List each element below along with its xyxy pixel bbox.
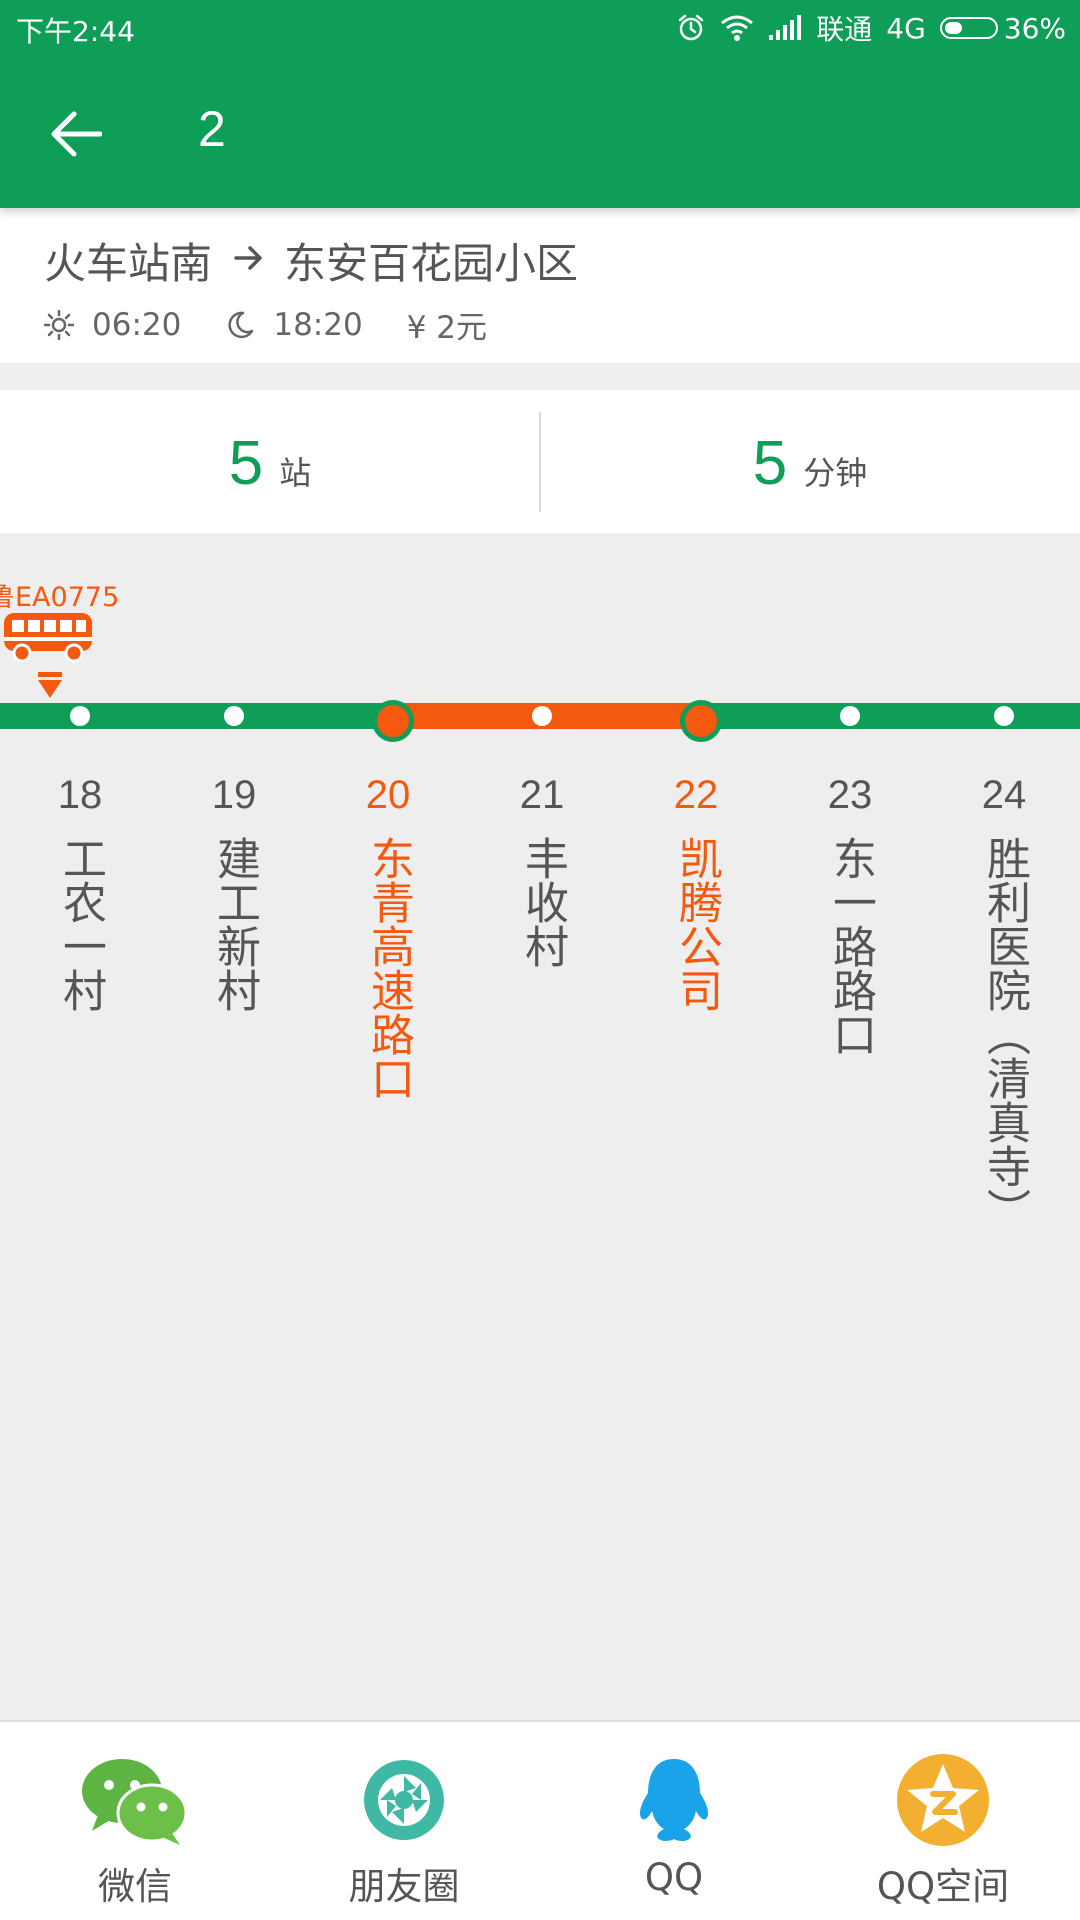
status-icons: 联通 4G 36% bbox=[676, 8, 1066, 48]
minutes-count: 5 分钟 bbox=[540, 390, 1080, 533]
wechat-icon bbox=[82, 1759, 188, 1845]
arrow-left-icon bbox=[51, 111, 102, 157]
stop-number: 20 bbox=[365, 773, 411, 817]
stop-number: 21 bbox=[519, 773, 565, 817]
sun-icon bbox=[44, 309, 74, 340]
stop-marker[interactable] bbox=[840, 706, 860, 726]
stop-item[interactable]: 22 凯腾公司 bbox=[636, 773, 756, 1016]
share-qzone-label: QQ空间 bbox=[876, 1865, 1010, 1908]
arrow-right-icon bbox=[234, 245, 266, 276]
battery-fill bbox=[944, 22, 962, 34]
stop-item[interactable]: 24 胜利医院（清真寺） bbox=[944, 773, 1064, 1236]
stop-marker[interactable] bbox=[70, 706, 90, 726]
route-info: 火车站南 东安百花园小区 06:20 18:20 ¥ 2元 bbox=[0, 208, 1080, 363]
last-bus-time: 18:20 bbox=[225, 306, 363, 343]
minutes-number: 5 bbox=[752, 429, 788, 498]
stop-marker[interactable] bbox=[224, 706, 244, 726]
stop-item[interactable]: 19 建工新村 bbox=[174, 773, 294, 1016]
page-title: 2 bbox=[198, 101, 226, 157]
signal-icon bbox=[769, 15, 802, 40]
status-bar: 下午2:44 联通 4G 36% bbox=[0, 0, 1080, 56]
stop-name: 东青高速路口 bbox=[363, 836, 414, 1100]
app-bar: 2 bbox=[0, 56, 1080, 208]
route-destination: 东安百花园小区 bbox=[284, 239, 579, 288]
first-bus-time: 06:20 bbox=[44, 307, 181, 343]
share-qq-label: QQ bbox=[644, 1856, 704, 1899]
battery-percent: 36% bbox=[1003, 11, 1066, 45]
carrier-label: 联通 bbox=[816, 13, 873, 46]
stop-name: 丰收村 bbox=[517, 836, 568, 968]
stations-count: 5 站 bbox=[0, 390, 540, 533]
fare-label: ¥ 2元 bbox=[406, 310, 487, 346]
share-moments-label: 朋友圈 bbox=[348, 1865, 460, 1908]
share-wechat-button[interactable]: 微信 bbox=[35, 1752, 235, 1910]
stats-divider bbox=[539, 412, 541, 512]
route-origin: 火车站南 bbox=[44, 239, 213, 288]
battery-icon bbox=[939, 17, 998, 39]
share-bar: 微信 朋友圈 QQ QQ空间 bbox=[0, 1720, 1080, 1920]
stop-item[interactable]: 18 工农一村 bbox=[20, 773, 140, 1016]
trip-stats: 5 站 5 分钟 bbox=[0, 390, 1080, 533]
qzone-icon bbox=[897, 1754, 989, 1846]
share-moments-button[interactable]: 朋友圈 bbox=[304, 1752, 504, 1910]
stop-marker[interactable] bbox=[372, 700, 414, 742]
stop-item[interactable]: 21 丰收村 bbox=[482, 773, 602, 972]
qq-icon bbox=[640, 1759, 708, 1841]
route-line: 火车站南 东安百花园小区 bbox=[44, 230, 578, 291]
stations-unit: 站 bbox=[279, 454, 312, 492]
stop-marker[interactable] bbox=[994, 706, 1014, 726]
network-label: 4G bbox=[886, 11, 926, 45]
moon-icon bbox=[228, 311, 254, 338]
bus-position-marker bbox=[38, 672, 62, 698]
stop-name: 胜利医院（清真寺） bbox=[979, 836, 1030, 1232]
bus-icon[interactable] bbox=[2, 611, 94, 663]
wifi-icon bbox=[721, 15, 754, 41]
stop-number: 24 bbox=[981, 773, 1027, 817]
stop-name: 建工新村 bbox=[209, 836, 260, 1012]
share-qq-button[interactable]: QQ bbox=[574, 1752, 774, 1899]
stop-name: 东一路路口 bbox=[825, 836, 876, 1056]
bus-plate: 鲁EA0775 bbox=[0, 582, 120, 613]
stop-number: 22 bbox=[673, 773, 719, 817]
stop-name: 凯腾公司 bbox=[671, 836, 722, 1012]
fare: ¥ 2元 bbox=[407, 302, 487, 347]
stop-marker[interactable] bbox=[680, 700, 722, 742]
route-map[interactable]: 鲁EA0775 18 工农一村 19 建工新村 20 东青高速路口 21 丰收村 22 凯腾公司 2… bbox=[0, 533, 1080, 1720]
alarm-icon bbox=[678, 14, 704, 41]
share-qzone-button[interactable]: QQ空间 bbox=[843, 1752, 1043, 1910]
stop-item[interactable]: 20 东青高速路口 bbox=[328, 773, 448, 1104]
share-wechat-label: 微信 bbox=[98, 1865, 172, 1908]
stop-number: 19 bbox=[211, 773, 257, 817]
back-button[interactable] bbox=[40, 98, 112, 170]
stop-name: 工农一村 bbox=[55, 836, 106, 1012]
first-bus-label: 06:20 bbox=[92, 306, 182, 343]
minutes-unit: 分钟 bbox=[803, 454, 868, 492]
stop-marker[interactable] bbox=[532, 706, 552, 726]
moments-icon bbox=[364, 1760, 444, 1840]
status-time: 下午2:44 bbox=[16, 15, 135, 48]
stop-number: 23 bbox=[827, 773, 873, 817]
stop-item[interactable]: 23 东一路路口 bbox=[790, 773, 910, 1060]
stop-number: 18 bbox=[57, 773, 103, 817]
stations-number: 5 bbox=[228, 429, 264, 498]
route-meta: 06:20 18:20 ¥ 2元 bbox=[44, 302, 531, 347]
last-bus-label: 18:20 bbox=[273, 306, 363, 343]
battery: 36% bbox=[939, 11, 1066, 45]
